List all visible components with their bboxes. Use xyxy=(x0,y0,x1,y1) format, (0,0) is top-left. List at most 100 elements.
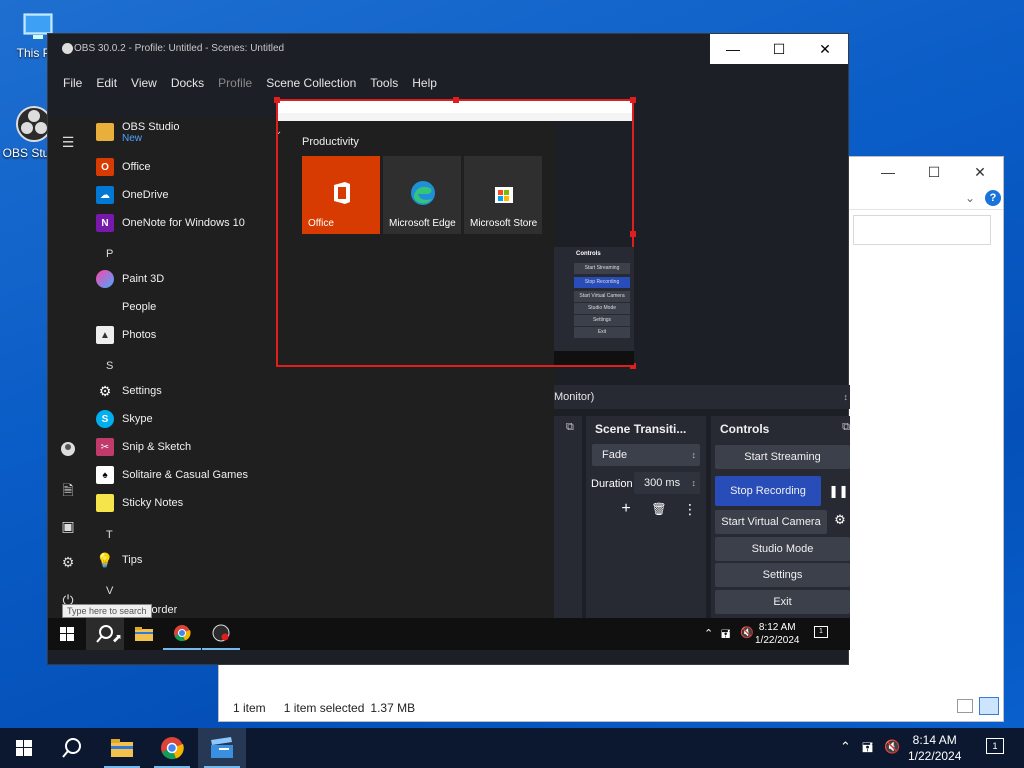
menu-view[interactable]: View xyxy=(124,72,164,94)
app-label: Photos xyxy=(122,329,157,341)
obs-logo-icon xyxy=(62,43,73,54)
section-letter[interactable]: T xyxy=(106,529,113,541)
app-sticky-notes[interactable]: Sticky Notes xyxy=(96,489,183,517)
network-icon[interactable]: 🖬 xyxy=(862,739,873,761)
settings-gear-icon[interactable]: ⚙ xyxy=(60,554,76,570)
settings-gear-icon[interactable]: ⚙ xyxy=(831,512,849,528)
photos-icon: ▲ xyxy=(96,326,114,344)
start-virtual-camera-button[interactable]: Start Virtual Camera xyxy=(715,510,827,534)
taskbar-recording-app[interactable] xyxy=(198,728,246,768)
search-button[interactable] xyxy=(48,728,96,768)
menu-profile[interactable]: Profile xyxy=(211,72,259,94)
details-view-icon[interactable] xyxy=(957,699,973,713)
exit-button[interactable]: Exit xyxy=(715,590,850,614)
app-label: OneDrive xyxy=(122,189,169,201)
spinner-arrows-icon[interactable]: ↕ xyxy=(692,472,697,494)
monitor-source-bar[interactable]: Monitor) ↕ xyxy=(554,385,850,409)
taskbar-chrome[interactable] xyxy=(148,728,196,768)
menu-tools[interactable]: Tools xyxy=(363,72,405,94)
stop-recording-button[interactable]: Stop Recording xyxy=(715,476,821,506)
minimize-icon[interactable]: — xyxy=(710,34,756,64)
app-tips[interactable]: 💡 Tips xyxy=(96,546,142,574)
resize-handle[interactable] xyxy=(453,97,459,103)
close-icon[interactable]: ✕ xyxy=(802,34,848,64)
close-icon[interactable]: ✕ xyxy=(957,157,1003,187)
app-label: Solitaire & Casual Games xyxy=(122,469,248,481)
app-skype[interactable]: S Skype xyxy=(96,405,153,433)
duration-value: 300 ms xyxy=(644,477,681,489)
hamburger-icon[interactable]: ☰ xyxy=(60,134,76,150)
clock-time: 8:12 AM xyxy=(758,622,796,633)
user-avatar-icon[interactable] xyxy=(60,442,76,458)
notification-icon[interactable]: 1 xyxy=(986,738,1004,754)
app-paint-3d[interactable]: Paint 3D xyxy=(96,265,164,293)
notification-icon[interactable]: 1 xyxy=(814,626,828,638)
taskbar-file-explorer[interactable] xyxy=(125,618,163,650)
system-clock[interactable]: 8:14 AM 1/22/2024 xyxy=(908,732,961,764)
start-streaming-button[interactable]: Start Streaming xyxy=(715,445,850,469)
menu-file[interactable]: File xyxy=(56,72,89,94)
menu-help[interactable]: Help xyxy=(405,72,444,94)
undock-icon[interactable]: ⧉ xyxy=(842,421,850,434)
maximize-icon[interactable]: ☐ xyxy=(756,34,802,64)
minimize-icon[interactable]: — xyxy=(865,157,911,187)
paint-3d-icon xyxy=(96,270,114,288)
nested-taskbar xyxy=(554,351,634,365)
section-letter[interactable]: V xyxy=(106,585,113,597)
obs-window: OBS 30.0.2 - Profile: Untitled - Scenes:… xyxy=(47,33,850,665)
network-icon[interactable]: 🖬 xyxy=(721,626,730,645)
resize-handle[interactable] xyxy=(630,97,636,103)
more-options-icon[interactable]: ⋮ xyxy=(679,498,701,520)
skype-icon: S xyxy=(96,410,114,428)
undock-icon[interactable]: ⧉ xyxy=(566,421,574,434)
pause-icon[interactable]: ❚❚ xyxy=(827,478,850,504)
add-icon[interactable]: + xyxy=(615,498,637,520)
pictures-icon[interactable]: ▣ xyxy=(60,518,76,534)
start-button[interactable] xyxy=(48,618,86,650)
menu-scene-collection[interactable]: Scene Collection xyxy=(259,72,363,94)
volume-muted-icon[interactable]: 🔇 xyxy=(884,739,900,755)
start-button[interactable] xyxy=(0,728,48,768)
app-people[interactable]: People xyxy=(96,293,156,321)
help-icon[interactable]: ? xyxy=(985,190,1001,206)
large-icons-view-icon[interactable] xyxy=(979,697,999,715)
app-onedrive[interactable]: ☁ OneDrive xyxy=(96,181,168,209)
taskbar-chrome[interactable] xyxy=(163,618,201,650)
document-icon[interactable]: 🗎 xyxy=(60,480,76,498)
resize-handle[interactable] xyxy=(274,97,280,103)
chevron-up-icon[interactable]: ⌃ xyxy=(840,739,851,755)
taskbar-obs[interactable] xyxy=(202,618,240,650)
obs-title-bar: OBS 30.0.2 - Profile: Untitled - Scenes:… xyxy=(48,34,848,64)
resize-handle[interactable] xyxy=(630,231,636,237)
office-icon: O xyxy=(96,158,114,176)
menu-edit[interactable]: Edit xyxy=(89,72,124,94)
section-letter[interactable]: S xyxy=(106,360,113,372)
captured-clock[interactable]: 8:12 AM 1/22/2024 xyxy=(755,621,800,647)
chevron-up-icon[interactable]: ⌃ xyxy=(704,627,713,640)
mouse-cursor-icon: ⬈ xyxy=(112,631,123,645)
app-photos[interactable]: ▲ Photos xyxy=(96,321,156,349)
app-obs-studio[interactable]: OBS Studio New xyxy=(96,118,179,146)
volume-muted-icon[interactable]: 🔇 xyxy=(740,626,754,639)
transition-select[interactable]: Fade ↕ xyxy=(592,444,700,466)
app-onenote[interactable]: N OneNote for Windows 10 xyxy=(96,209,245,237)
app-label: Office xyxy=(122,161,151,173)
clock-time: 8:14 AM xyxy=(912,733,957,747)
chevron-down-icon[interactable]: ⌄ xyxy=(965,191,975,205)
taskbar-file-explorer[interactable] xyxy=(98,728,146,768)
notification-count: 1 xyxy=(992,741,998,751)
menu-docks[interactable]: Docks xyxy=(164,72,211,94)
app-snip-sketch[interactable]: ✂ Snip & Sketch xyxy=(96,433,191,461)
maximize-icon[interactable]: ☐ xyxy=(911,157,957,187)
spinner-arrows-icon[interactable]: ↕ xyxy=(844,385,849,409)
folder-icon xyxy=(135,627,153,641)
settings-button[interactable]: Settings xyxy=(715,563,850,587)
section-letter[interactable]: P xyxy=(106,248,113,260)
search-box[interactable] xyxy=(853,215,991,245)
trash-icon[interactable]: 🗑 xyxy=(648,498,670,520)
app-settings[interactable]: ⚙ Settings xyxy=(96,377,162,405)
duration-input[interactable]: 300 ms ↕ xyxy=(634,472,700,494)
app-solitaire[interactable]: ♠ Solitaire & Casual Games xyxy=(96,461,248,489)
studio-mode-button[interactable]: Studio Mode xyxy=(715,537,850,561)
app-office[interactable]: O Office xyxy=(96,153,151,181)
